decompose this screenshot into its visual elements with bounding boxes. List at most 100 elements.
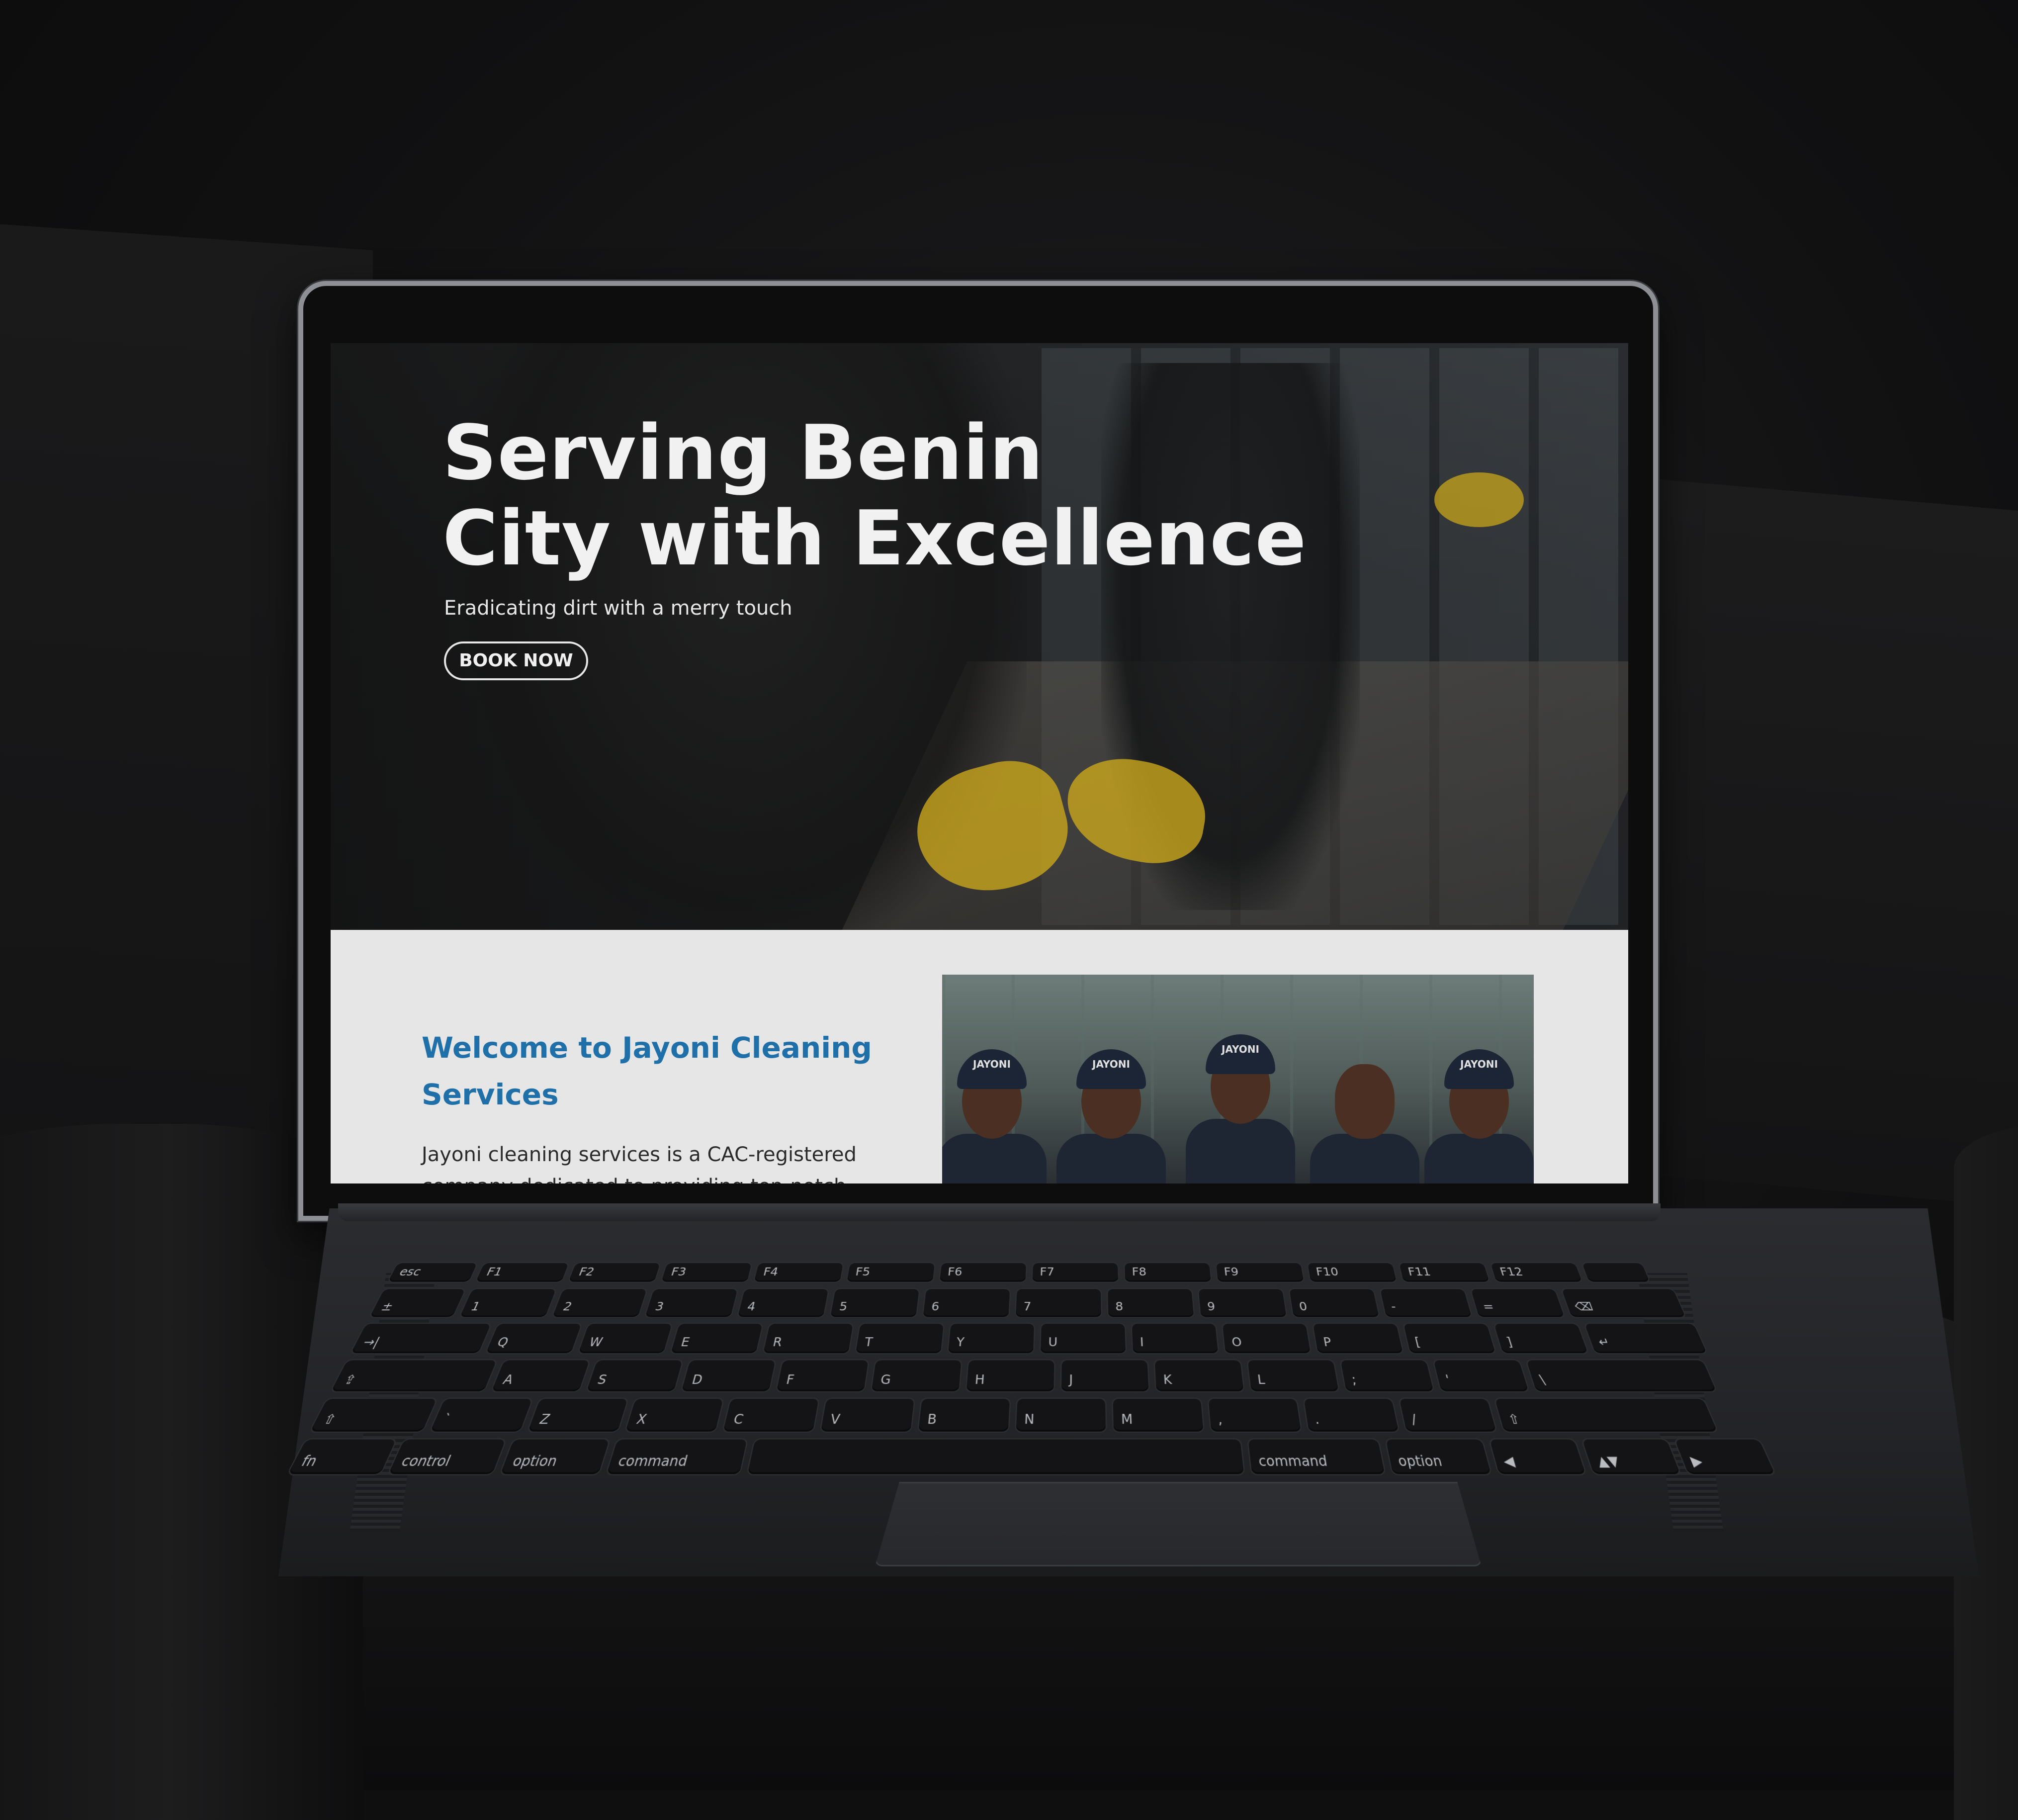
team-member: JAYONI [1424, 1034, 1534, 1183]
key[interactable]: \ [1526, 1360, 1717, 1391]
tab-key[interactable]: →| [351, 1323, 491, 1354]
key[interactable]: F5 [847, 1263, 935, 1282]
key[interactable]: F4 [754, 1263, 843, 1282]
key[interactable]: V [820, 1398, 914, 1432]
cap-logo: JAYONI [1460, 1058, 1498, 1070]
key[interactable]: 8 [1108, 1289, 1194, 1317]
key[interactable]: Y [948, 1323, 1035, 1354]
key[interactable]: - [1380, 1289, 1472, 1317]
key[interactable]: . [1304, 1398, 1399, 1432]
laptop-screen: Serving Benin City with Excellence Eradi… [331, 343, 1628, 1183]
key[interactable]: W [578, 1323, 672, 1354]
key[interactable]: / [1399, 1398, 1496, 1432]
key[interactable]: J [1061, 1360, 1149, 1391]
key[interactable]: 2 [552, 1289, 647, 1317]
touch-id-key[interactable] [1582, 1263, 1650, 1282]
command-left-key[interactable]: command [607, 1439, 747, 1474]
keyboard-row-qwerty: →| Q W E R T Y U I O P [ ] ↵ [351, 1323, 1807, 1354]
keyboard-row-modifiers: fn control option command command option… [288, 1439, 1870, 1474]
key[interactable]: S [586, 1360, 683, 1391]
trackpad[interactable] [875, 1482, 1482, 1566]
control-key[interactable]: control [388, 1439, 506, 1474]
team-member: JAYONI [942, 1034, 1047, 1183]
key[interactable]: O [1222, 1323, 1311, 1354]
arrow-right-key[interactable]: ▶ [1674, 1439, 1775, 1474]
key[interactable]: T [856, 1323, 944, 1354]
key[interactable]: Q [486, 1323, 582, 1354]
key[interactable]: F1 [475, 1263, 569, 1282]
key[interactable]: F7 [1032, 1263, 1119, 1282]
key[interactable]: 1 [459, 1289, 556, 1317]
book-now-button[interactable]: BOOK NOW [444, 641, 588, 680]
key[interactable]: ± [369, 1289, 465, 1317]
key[interactable]: = [1471, 1289, 1565, 1317]
key[interactable]: 7 [1015, 1289, 1101, 1317]
shift-right-key[interactable]: ⇧ [1494, 1398, 1718, 1432]
cap-logo: JAYONI [973, 1058, 1011, 1070]
key[interactable]: F6 [940, 1263, 1026, 1282]
option-left-key[interactable]: option [500, 1439, 610, 1474]
key[interactable]: D [681, 1360, 776, 1391]
cap-logo: JAYONI [1222, 1043, 1259, 1055]
key[interactable]: B [918, 1398, 1010, 1432]
key[interactable]: ` [430, 1398, 532, 1432]
team-photo: JAYONI JAYONI JAYONI JAYONI [942, 975, 1534, 1183]
key[interactable]: F12 [1491, 1263, 1582, 1282]
key[interactable]: 0 [1289, 1289, 1379, 1317]
key[interactable]: G [871, 1360, 962, 1391]
key[interactable]: F10 [1308, 1263, 1397, 1282]
keyboard-row-bottom-letters: ⇧ ` Z X C V B N M , . / ⇧ [310, 1398, 1848, 1432]
key[interactable]: 5 [830, 1289, 919, 1317]
welcome-text: Jayoni cleaning services is a CAC-regist… [422, 1143, 857, 1183]
delete-key[interactable]: ⌫ [1561, 1289, 1686, 1317]
space-bar[interactable] [747, 1439, 1244, 1474]
key[interactable]: M [1113, 1398, 1204, 1432]
welcome-title: Welcome to Jayoni Cleaning Services [422, 1031, 872, 1111]
key[interactable]: F [776, 1360, 869, 1391]
key[interactable]: E [671, 1323, 763, 1354]
welcome-section: Welcome to Jayoni Cleaning Services Jayo… [331, 930, 1628, 1183]
key[interactable]: 3 [645, 1289, 738, 1317]
team-member: JAYONI [1186, 1019, 1295, 1183]
command-right-key[interactable]: command [1248, 1439, 1385, 1474]
key[interactable]: F3 [661, 1263, 752, 1282]
key[interactable]: R [763, 1323, 853, 1354]
key[interactable]: U [1041, 1323, 1126, 1354]
key[interactable]: ' [1433, 1360, 1529, 1391]
arrow-up-down-key[interactable]: ▲▼ [1582, 1439, 1680, 1474]
key[interactable]: L [1247, 1360, 1339, 1391]
key[interactable]: ] [1493, 1323, 1588, 1354]
hero-section: Serving Benin City with Excellence Eradi… [331, 343, 1628, 960]
key[interactable]: , [1208, 1398, 1301, 1432]
key[interactable]: F9 [1216, 1263, 1304, 1282]
key[interactable]: esc [388, 1263, 477, 1282]
backdrop-panel-right [1616, 475, 2018, 1215]
key[interactable]: H [966, 1360, 1054, 1391]
option-right-key[interactable]: option [1386, 1439, 1492, 1474]
key[interactable]: Z [527, 1398, 628, 1432]
key[interactable]: F8 [1125, 1263, 1211, 1282]
key[interactable]: F11 [1399, 1263, 1490, 1282]
key[interactable]: I [1132, 1323, 1219, 1354]
key[interactable]: [ [1403, 1323, 1495, 1354]
shift-left-key[interactable]: ⇧ [310, 1398, 437, 1432]
key[interactable]: 6 [923, 1289, 1010, 1317]
key[interactable]: ; [1340, 1360, 1434, 1391]
laptop-hinge [338, 1203, 1661, 1221]
key[interactable]: C [723, 1398, 819, 1432]
fn-key[interactable]: fn [288, 1439, 397, 1474]
key[interactable]: 4 [737, 1289, 829, 1317]
hero-title-line-2: City with Excellence [442, 494, 1307, 582]
return-key[interactable]: ↵ [1584, 1323, 1707, 1354]
key[interactable]: X [625, 1398, 723, 1432]
key[interactable]: A [491, 1360, 590, 1391]
key[interactable]: F2 [568, 1263, 660, 1282]
key[interactable]: N [1016, 1398, 1106, 1432]
glove-image [1434, 472, 1524, 527]
key[interactable]: P [1313, 1323, 1403, 1354]
keyboard: esc F1 F2 F3 F4 F5 F6 F7 F8 F9 F10 F11 F… [280, 1263, 1878, 1490]
caps-lock-key[interactable]: ⇪ [331, 1360, 497, 1391]
arrow-left-key[interactable]: ◀ [1490, 1439, 1586, 1474]
key[interactable]: K [1154, 1360, 1244, 1391]
key[interactable]: 9 [1198, 1289, 1287, 1317]
